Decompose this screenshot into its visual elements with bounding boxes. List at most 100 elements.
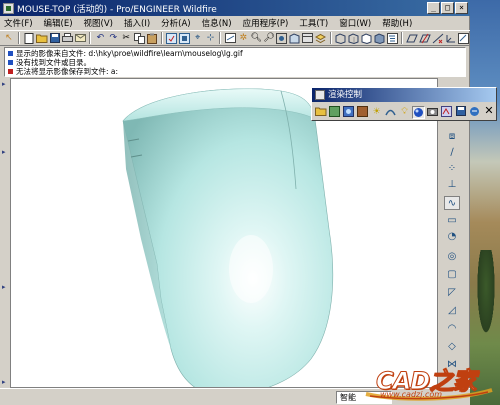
shading-icon[interactable] (373, 32, 385, 45)
close-button[interactable]: × (455, 2, 468, 14)
region-icon[interactable] (384, 106, 397, 119)
datum-point-tool-icon[interactable]: ⁘ (444, 162, 460, 176)
zoom-in-icon[interactable]: 🔍︎ (250, 32, 262, 45)
extrude-tool-icon[interactable]: ▭ (444, 214, 460, 228)
effects-icon[interactable] (440, 105, 453, 119)
photo-render-icon[interactable] (468, 106, 481, 119)
hole-tool-icon[interactable]: ◎ (444, 250, 460, 264)
undo-icon[interactable]: ↶ (94, 32, 106, 45)
datum-axis-tool-icon[interactable]: ∕ (444, 146, 460, 160)
hidden-line-icon[interactable] (347, 32, 359, 45)
email-icon[interactable] (75, 32, 87, 45)
open-folder-icon[interactable] (35, 32, 48, 45)
room-icon[interactable] (328, 105, 341, 119)
datum-planes-icon[interactable] (406, 32, 418, 45)
graphics-viewport[interactable] (10, 78, 438, 388)
navigator-strip[interactable]: ▸ ▸ ▸ ▸ (0, 78, 10, 388)
shell-tool-icon[interactable]: ▢ (444, 268, 460, 282)
menu-info[interactable]: 信息(N) (202, 17, 232, 29)
message-area: 显示的影像来自文件: d:\hky\proe\wildfire\learn\mo… (4, 47, 466, 77)
toolbar-separator (17, 32, 20, 44)
new-file-icon[interactable] (23, 32, 35, 45)
navigator-marker-icon: ▸ (2, 378, 6, 386)
mouse-model[interactable] (11, 79, 438, 388)
minimize-button[interactable]: _ (427, 2, 440, 14)
layers-icon[interactable] (315, 32, 327, 45)
menu-edit[interactable]: 编辑(E) (44, 17, 73, 29)
save-image-icon[interactable] (454, 105, 467, 119)
model-tree-icon[interactable] (386, 32, 398, 45)
revolve-tool-icon[interactable]: ◔ (444, 230, 460, 244)
menu-window[interactable]: 窗口(W) (339, 17, 371, 29)
sketch-tool-icon[interactable]: ∿ (444, 196, 460, 210)
mouse-body (122, 88, 334, 387)
pointer-icon[interactable]: ↖ (3, 32, 15, 45)
cut-icon[interactable]: ✂ (120, 32, 132, 45)
select-box-icon[interactable]: ⊹ (205, 32, 217, 45)
feature-toolbar: ⧈ ∕ ⁘ ⊥ ∿ ▭ ◔ ◎ ▢ ◸ ◿ ◠ ◇ ⋈ (440, 78, 466, 388)
datum-plane-tool-icon[interactable]: ⧈ (444, 130, 460, 144)
lights-icon[interactable]: ☀ (370, 106, 383, 119)
draft-tool-icon[interactable]: ◿ (444, 304, 460, 318)
bulb-icon[interactable]: 💡︎ (398, 106, 411, 119)
toolbar-separator (219, 32, 222, 44)
datum-points-icon[interactable] (432, 32, 444, 45)
menu-view[interactable]: 视图(V) (84, 17, 113, 29)
round-tool-icon[interactable]: ◠ (444, 322, 460, 336)
datum-axes-icon[interactable] (419, 32, 431, 45)
redo-icon[interactable]: ↷ (107, 32, 119, 45)
title-bar[interactable]: MOUSE-TOP (活动的) - Pro/ENGINEER Wildfire … (0, 0, 470, 16)
refit-icon[interactable] (276, 32, 288, 45)
spin-center-icon[interactable]: ✲ (237, 32, 249, 45)
app-icon (3, 2, 14, 14)
repaint-icon[interactable] (224, 32, 236, 45)
render-panel-titlebar[interactable]: 渲染控制 (312, 88, 496, 102)
scene-icon[interactable] (356, 105, 369, 119)
reorient-icon[interactable] (289, 32, 301, 45)
message-line: 显示的影像来自文件: d:\hky\proe\wildfire\learn\mo… (8, 49, 462, 58)
render-panel-close-button[interactable]: ✕ (483, 105, 495, 117)
zoom-out-icon[interactable]: 🔎︎ (263, 32, 275, 45)
no-hidden-icon[interactable] (360, 32, 372, 45)
menu-applications[interactable]: 应用程序(P) (243, 17, 289, 29)
print-icon[interactable] (62, 32, 74, 45)
copy-icon[interactable] (133, 32, 145, 45)
save-icon[interactable] (49, 32, 61, 45)
menu-insert[interactable]: 插入(I) (124, 17, 150, 29)
watermark-url: www.cadzj.com (380, 390, 443, 399)
message-text: 没有找到文件或目录。 (16, 58, 91, 67)
menu-help[interactable]: 帮助(H) (382, 17, 412, 29)
main-toolbar: ↖ ↶ ↷ ✂ ⌖ ⊹ ✲ 🔍︎ 🔎︎ (0, 30, 470, 46)
surface-highlight (229, 235, 273, 303)
paste-icon[interactable] (146, 32, 158, 45)
message-line: 无法将显示影像保存到文件: a: (8, 67, 462, 76)
wireframe-icon[interactable] (335, 32, 347, 45)
navigator-expand-icon[interactable]: ▸ (2, 80, 8, 88)
message-line: 没有找到文件或目录。 (8, 58, 462, 67)
annotations-icon[interactable] (458, 32, 470, 45)
message-text: 显示的影像来自文件: d:\hky\proe\wildfire\learn\mo… (16, 49, 243, 58)
regen-manager-icon[interactable] (179, 32, 191, 45)
csys-tool-icon[interactable]: ⊥ (444, 178, 460, 192)
toolbar-separator (329, 32, 332, 44)
open-folder-icon[interactable] (314, 106, 327, 119)
render-sphere-icon[interactable] (412, 105, 425, 119)
proe-window: MOUSE-TOP (活动的) - Pro/ENGINEER Wildfire … (0, 0, 470, 405)
regenerate-icon[interactable] (166, 32, 178, 45)
screen: MOUSE-TOP (活动的) - Pro/ENGINEER Wildfire … (0, 0, 500, 405)
desktop-background (466, 0, 500, 405)
menu-analysis[interactable]: 分析(A) (161, 17, 190, 29)
saved-views-icon[interactable] (302, 32, 314, 45)
menu-tools[interactable]: 工具(T) (299, 17, 328, 29)
camera-icon[interactable] (426, 106, 439, 119)
error-icon (8, 69, 13, 74)
menu-file[interactable]: 文件(F) (4, 17, 33, 29)
appearance-icon[interactable] (342, 105, 355, 119)
chamfer-tool-icon[interactable]: ◇ (444, 340, 460, 354)
find-icon[interactable]: ⌖ (192, 32, 204, 45)
rib-tool-icon[interactable]: ◸ (444, 286, 460, 300)
render-panel-title: 渲染控制 (328, 90, 363, 100)
maximize-button[interactable]: □ (441, 2, 454, 14)
info-icon (8, 51, 13, 56)
coordinate-systems-icon[interactable] (445, 32, 457, 45)
